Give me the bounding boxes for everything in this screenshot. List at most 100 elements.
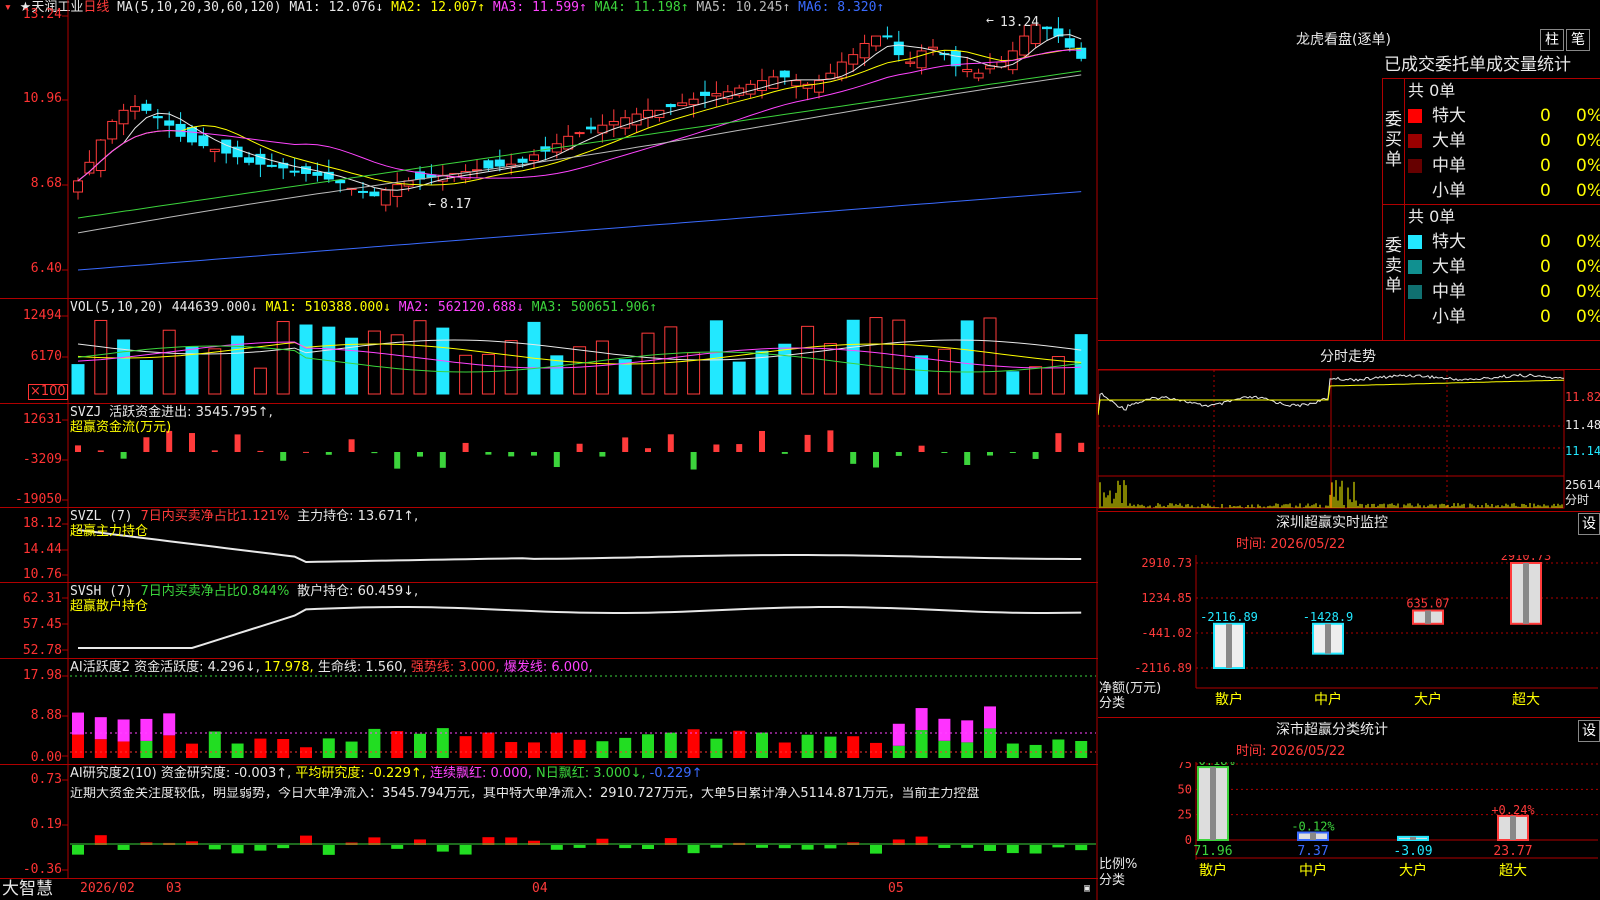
main-chart-area[interactable]: ▾ ★天润工业日线 MA(5,10,20,30,60,120) MA1: 12.…: [0, 0, 1098, 900]
sz-monitor-chart[interactable]: 2910.73 1234.85 -441.02 -2116.89 -2116.89 散户 -…: [1098, 555, 1600, 715]
separator: [0, 507, 1098, 508]
svzj-bar: [508, 452, 515, 457]
order-row-name: 中单: [1432, 282, 1466, 302]
sz-stats-x-title: 分类: [1099, 873, 1126, 888]
svzl-y-tick-2: 14.44: [22, 542, 62, 557]
active-bar: [117, 741, 130, 758]
sz-stats-category: 大户: [1399, 862, 1427, 879]
candle-body: [494, 159, 505, 167]
candle-body: [517, 158, 528, 163]
candle-body: [358, 190, 368, 193]
active-bar-top: [140, 718, 153, 741]
research-bar: [801, 845, 814, 850]
intraday-title: 分时走势: [1320, 349, 1376, 365]
svzj-bar: [485, 452, 492, 455]
sz-stats-chart[interactable]: 75 50 25 0 -0.18% 71.96 散户 -0.12% 7.37 中户 -3.09 大户 +…: [1098, 762, 1600, 900]
candle-body: [962, 68, 973, 73]
pen-mode-button[interactable]: 笔: [1566, 29, 1590, 51]
sz-stats-settings-button[interactable]: 设: [1578, 720, 1600, 742]
svzj-bar: [690, 452, 697, 470]
svsh-line-layer: [78, 606, 1082, 649]
svzj-bar: [143, 437, 150, 452]
date-label-2: 03: [166, 881, 182, 896]
candle-body: [107, 120, 118, 140]
bar-mode-button[interactable]: 柱: [1540, 29, 1564, 51]
vol-header: VOL(5,10,20) 444639.000↓ MA1: 510388.000…: [70, 300, 658, 315]
buy-side-label: 委买单: [1385, 110, 1402, 170]
research-bar: [550, 845, 563, 850]
tab-stats[interactable]: 统计: [1537, 55, 1571, 75]
svzl-header: SVZL (7) 7日内买卖净占比1.121% 主力持仓: 13.671↑,: [70, 509, 419, 524]
active-bar: [254, 738, 267, 758]
volume-bar: [367, 330, 381, 395]
active-bar: [550, 732, 563, 758]
svzl-y-tick-1: 18.12: [22, 516, 62, 531]
candle-body: [187, 127, 197, 143]
volume-bar: [481, 353, 495, 395]
sz-monitor-bar-label: 2910.73: [1501, 555, 1552, 563]
volume-bar: [276, 321, 290, 395]
tab-traded[interactable]: 已成交: [1384, 55, 1435, 75]
candle-body: [631, 113, 642, 126]
volume-bars-layer: [71, 317, 1088, 395]
candle-body: [779, 70, 790, 78]
research-bar: [778, 845, 791, 849]
research-bar: [710, 845, 723, 848]
candle-body: [871, 35, 881, 47]
svzj-bar: [325, 452, 332, 455]
candle-body: [973, 72, 984, 79]
low-price-label: 8.17: [440, 197, 472, 212]
date-label-4: 05: [888, 881, 904, 896]
tab-volume[interactable]: 成交量: [1486, 55, 1537, 75]
active-bar: [938, 740, 951, 758]
separator: [0, 764, 1098, 765]
svsh-y-tick-2: 57.45: [22, 617, 62, 632]
order-row-name: 特大: [1432, 106, 1466, 126]
intraday-y-tick-1: 11.82: [1565, 390, 1600, 404]
volume-bar: [595, 340, 609, 395]
research-bar: [1075, 845, 1088, 851]
volume-bar: [801, 325, 815, 395]
active-bar: [1075, 740, 1088, 758]
intraday-chart[interactable]: [1098, 370, 1600, 510]
order-row-qty: 0: [1540, 307, 1551, 327]
tab-orders[interactable]: 委托单: [1435, 55, 1486, 75]
sz-monitor-bar-shade: [1226, 623, 1232, 668]
candle-body: [483, 160, 494, 169]
candle-body: [745, 83, 756, 95]
active-bar-top: [961, 720, 974, 743]
order-row-name: 大单: [1432, 131, 1466, 151]
order-row-pct: 0%: [1576, 307, 1600, 327]
vol-unit-label[interactable]: ×100: [28, 384, 68, 400]
research-bar: [436, 845, 449, 852]
candle-body: [711, 93, 722, 97]
research-bar: [824, 845, 837, 849]
svzj-bar: [736, 444, 743, 452]
lock-icon[interactable]: ▣: [1084, 882, 1090, 896]
active-bar: [824, 736, 837, 758]
sz-monitor-y-tick: 1234.85: [1141, 591, 1192, 605]
active-bar: [756, 732, 768, 758]
candle-body: [529, 154, 539, 162]
volume-bar: [71, 364, 85, 395]
lhb-tabs[interactable]: 已成交委托单成交量统计: [1384, 55, 1571, 75]
brand-label[interactable]: 大智慧: [2, 880, 53, 899]
active-bar-top: [915, 708, 928, 731]
volume-bar: [117, 339, 131, 395]
date-label-3: 04: [532, 881, 548, 896]
sz-stats-y-title: 比例%: [1099, 857, 1138, 872]
sz-stats-top-label: -0.12%: [1291, 820, 1335, 834]
chart-canvas[interactable]: [0, 0, 1098, 900]
svzj-bar: [75, 445, 81, 452]
svzl-subtitle: 超赢主力持仓: [70, 524, 149, 539]
sz-monitor-settings-button[interactable]: 设: [1578, 513, 1600, 535]
active-bar-top: [984, 706, 996, 729]
candle-body: [1019, 35, 1030, 56]
order-color-swatch: [1408, 134, 1422, 148]
active-bar-top: [163, 713, 176, 736]
vol-y-tick-2: 6170: [30, 349, 62, 364]
volume-bar: [299, 324, 313, 395]
sz-monitor-bar-shade: [1325, 623, 1331, 654]
svzj-bar: [918, 445, 925, 452]
separator: [1382, 78, 1383, 340]
